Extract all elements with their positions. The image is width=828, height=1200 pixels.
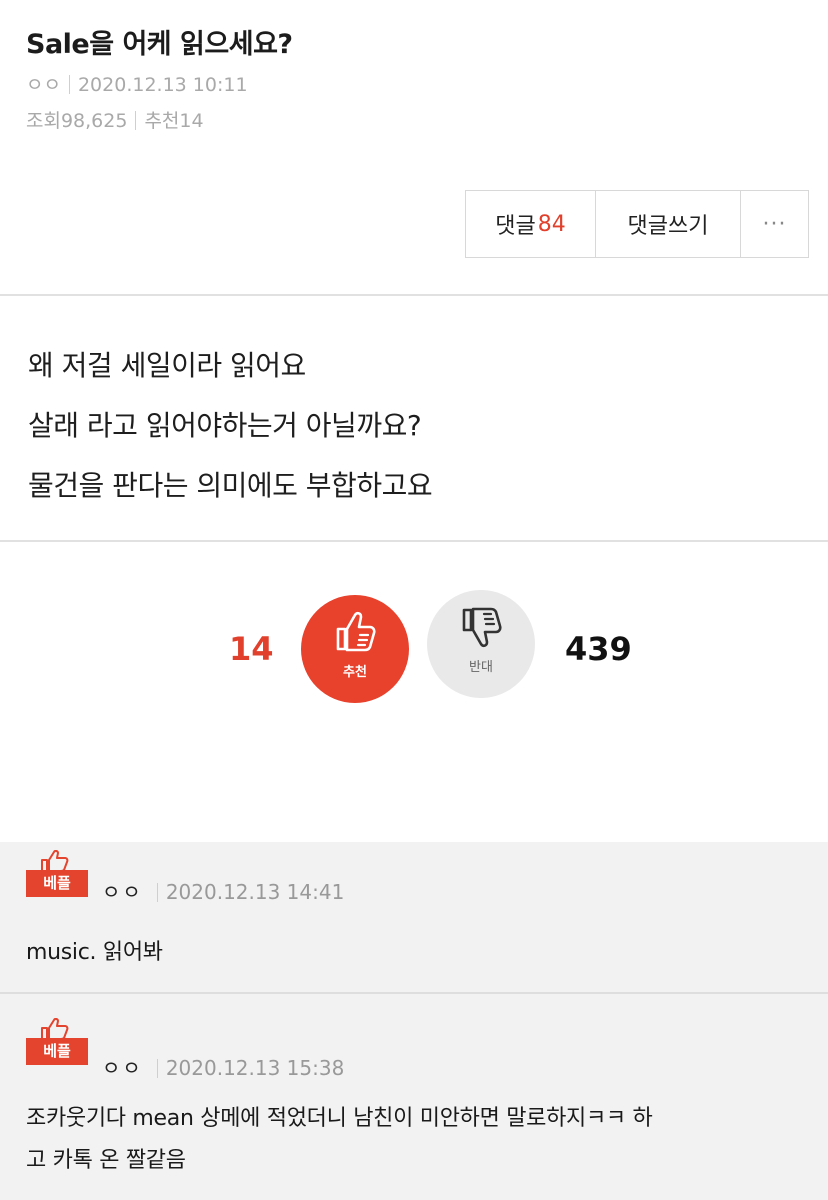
comment-author[interactable]: ㅇㅇ: [102, 1056, 143, 1080]
best-comment: 베플 ㅇㅇ 2020.12.13 15:38 조카웃기다 mean 상메에 적었더…: [0, 994, 828, 1200]
meta-divider: [68, 75, 70, 94]
comments-button[interactable]: 댓글 84: [466, 191, 596, 257]
post-author[interactable]: ㅇㅇ: [26, 74, 61, 96]
post-header: Sale을 어케 읽으세요? ㅇㅇ 2020.12.13 10:11 조회98,6…: [0, 0, 828, 296]
meta-divider: [135, 111, 137, 130]
upvote-button[interactable]: 추천: [301, 595, 409, 703]
comments-count: 84: [537, 211, 566, 237]
meta-divider: [156, 883, 158, 902]
body-divider: [0, 540, 828, 542]
downvote-button[interactable]: 반대: [427, 590, 535, 698]
comment-text: 조카웃기다 mean 상메에 적었더니 남친이 미안하면 말로하지ㅋㅋ 하 고 …: [26, 1098, 806, 1182]
header-divider: [0, 294, 828, 296]
post-body: 왜 저걸 세일이라 읽어요 살래 라고 읽어야하는거 아닐까요? 물건을 판다는…: [28, 336, 808, 516]
downvote-label: 반대: [469, 660, 493, 675]
comment-datetime: 2020.12.13 14:41: [165, 880, 345, 904]
comment-text-line: 고 카톡 온 짤같음: [26, 1148, 186, 1173]
post-meta-stats-line: 조회98,625 추천14: [26, 106, 204, 133]
post-meta-author-line: ㅇㅇ 2020.12.13 10:11: [26, 70, 248, 97]
more-options-button[interactable]: ···: [741, 191, 808, 257]
thumbs-up-outline-icon: [41, 850, 69, 872]
best-comment-label: 베플: [26, 870, 88, 897]
comment-author[interactable]: ㅇㅇ: [102, 880, 143, 904]
meta-divider: [156, 1059, 158, 1078]
best-comment-label: 베플: [26, 1038, 88, 1065]
post-title: Sale을 어케 읽으세요?: [26, 29, 293, 60]
comment-meta: ㅇㅇ 2020.12.13 15:38: [102, 1052, 344, 1081]
comments-button-label: 댓글: [495, 214, 536, 239]
thumbs-up-icon: [336, 611, 376, 652]
comment-meta: ㅇㅇ 2020.12.13 14:41: [102, 876, 344, 905]
best-comment-badge: 베플: [26, 850, 88, 897]
post-body-line: 왜 저걸 세일이라 읽어요: [28, 349, 306, 382]
post-recommend-count: 추천14: [144, 110, 204, 132]
vote-area: 14 추천 반대 439: [0, 560, 828, 790]
upvote-label: 추천: [343, 665, 367, 680]
comment-text-line: music. 읽어봐: [26, 940, 163, 965]
write-comment-button[interactable]: 댓글쓰기: [596, 191, 741, 257]
upvote-count: 14: [229, 630, 274, 668]
post-datetime: 2020.12.13 10:11: [77, 74, 248, 96]
thumbs-up-outline-icon: [41, 1018, 69, 1040]
post-views: 조회98,625: [26, 110, 128, 132]
best-comment-badge: 베플: [26, 1018, 88, 1065]
post-body-line: 물건을 판다는 의미에도 부합하고요: [28, 469, 433, 502]
comment-text: music. 읽어봐: [26, 932, 163, 974]
comment-datetime: 2020.12.13 15:38: [165, 1056, 345, 1080]
comment-text-line: 조카웃기다 mean 상메에 적었더니 남친이 미안하면 말로하지ㅋㅋ 하: [26, 1106, 653, 1131]
post-body-line: 살래 라고 읽어야하는거 아닐까요?: [28, 409, 422, 442]
thumbs-down-icon: [462, 607, 502, 648]
post-action-buttons: 댓글 84 댓글쓰기 ···: [465, 190, 809, 258]
downvote-count: 439: [565, 630, 632, 668]
best-comment: 베플 ㅇㅇ 2020.12.13 14:41 music. 읽어봐: [0, 842, 828, 992]
